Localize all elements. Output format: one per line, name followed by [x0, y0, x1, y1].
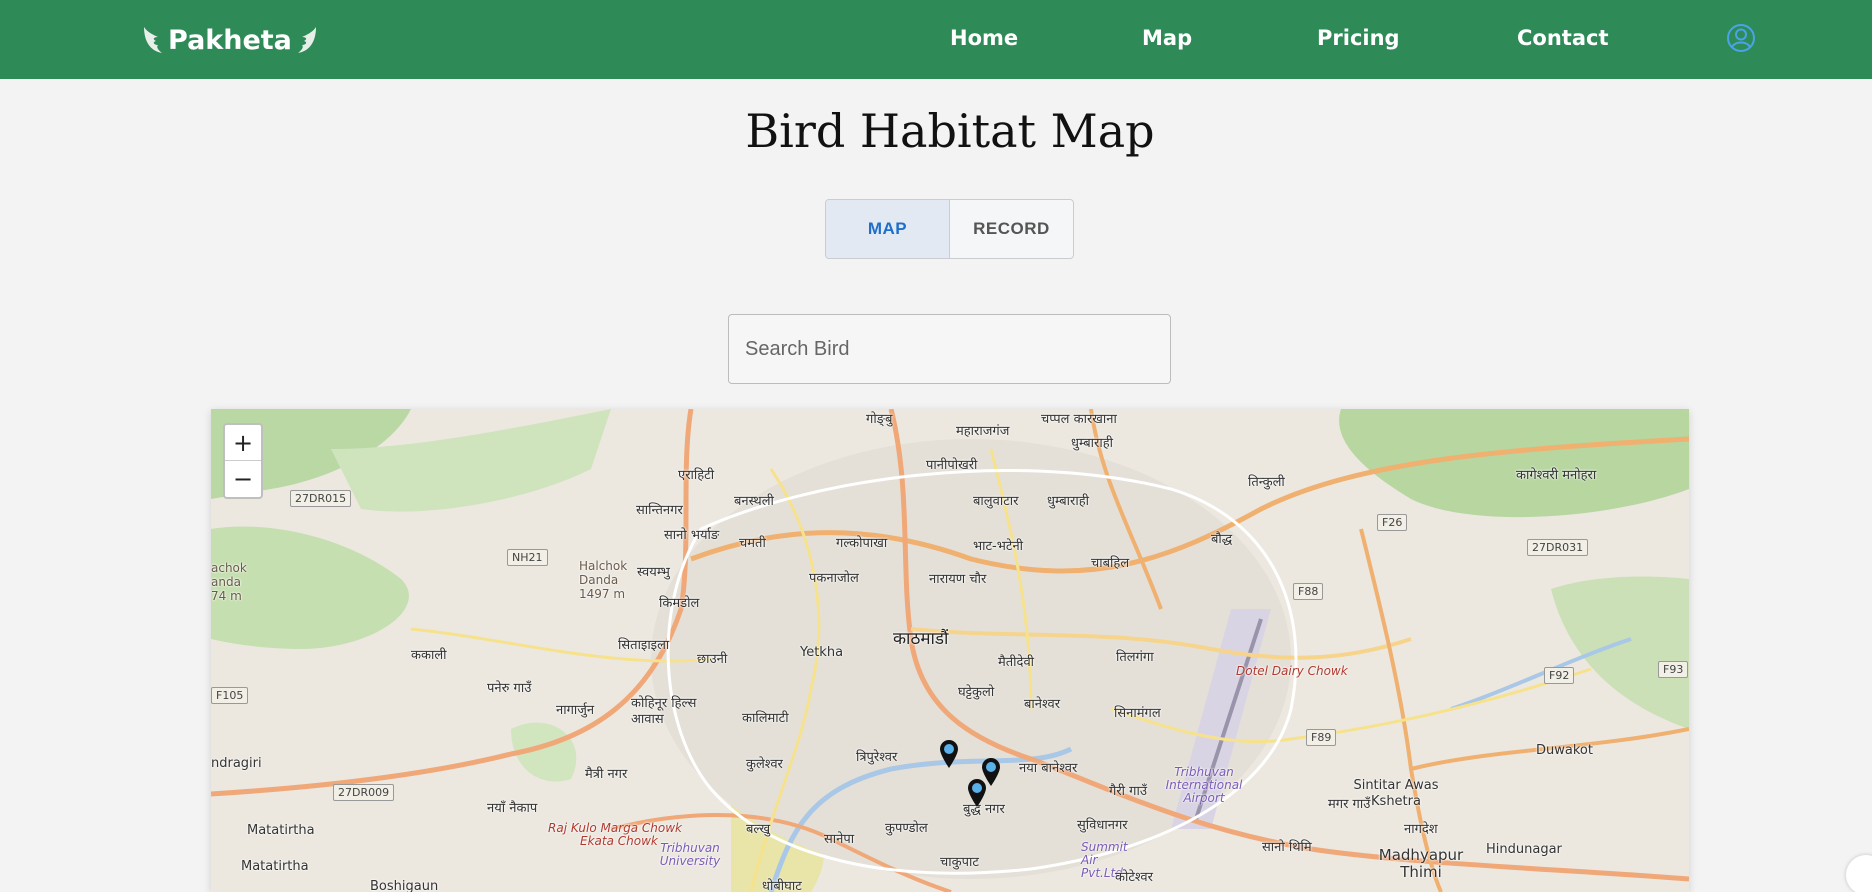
road-shield: 27DR031	[1527, 539, 1589, 556]
map-label: धुम्बाराही	[1047, 494, 1089, 509]
map-label: कुलेश्वर	[746, 757, 783, 772]
record-tab[interactable]: RECORD	[950, 200, 1073, 258]
page-title: Bird Habitat Map	[745, 104, 1155, 158]
bird-habitat-map[interactable]: गोङ्बु महाराजगंज चप्पल कारखाना एराहिटी प…	[211, 409, 1689, 892]
road-shield: F89	[1306, 729, 1337, 746]
search-bird-input[interactable]	[728, 314, 1171, 384]
map-label: सानेपा	[824, 832, 855, 847]
map-label: Raj Kulo Marga Chowk	[548, 821, 682, 835]
map-label: Halchok Danda 1497 m	[579, 559, 628, 601]
map-label: महाराजगंज	[956, 424, 1010, 439]
map-label: गैरी गाउँ	[1109, 784, 1147, 799]
map-label: कालिमाटी	[742, 711, 789, 726]
map-label: ककाली	[411, 648, 447, 663]
map-label: सिनामंगल	[1114, 706, 1161, 721]
map-label: बानेश्वर	[1024, 697, 1061, 712]
brand-logo[interactable]: Pakheta	[142, 20, 318, 60]
map-label: गल्कोपाखा	[836, 536, 888, 551]
user-account-icon[interactable]	[1726, 23, 1756, 53]
map-label: नागार्जुन	[556, 703, 595, 718]
map-label: चाकुपाट	[940, 855, 979, 870]
map-label: सानो थिमि	[1262, 840, 1312, 855]
map-label: Dotel Dairy Chowk	[1236, 664, 1348, 678]
map-label: Tribhuvan University	[659, 841, 721, 868]
map-label: achok anda 74 m	[211, 561, 247, 603]
map-label: तिलगंगा	[1116, 650, 1154, 665]
right-wing-icon	[297, 27, 316, 53]
view-toggle: MAP RECORD	[825, 199, 1074, 259]
map-label: Matatirtha	[247, 823, 315, 838]
nav-pricing[interactable]: Pricing	[1317, 26, 1400, 50]
road-shield: NH21	[507, 549, 548, 566]
road-shield: F93	[1658, 661, 1689, 678]
zoom-control: + −	[223, 423, 263, 499]
map-label: भाट-भटेनी	[973, 539, 1024, 554]
map-label: कुपण्डोल	[885, 821, 928, 836]
road-shield: F105	[211, 687, 249, 704]
map-label: मैतीदेवी	[998, 655, 1035, 670]
map-label: नया बानेश्वर	[1019, 761, 1078, 776]
nav-contact[interactable]: Contact	[1517, 26, 1609, 50]
map-label: त्रिपुरेश्वर	[856, 750, 898, 765]
map-tab[interactable]: MAP	[826, 200, 950, 258]
road-shield: F92	[1544, 667, 1575, 684]
map-label: चाबहिल	[1091, 556, 1130, 571]
map-label: सानो भर्याङ	[664, 528, 720, 543]
zoom-in-button[interactable]: +	[225, 425, 261, 461]
road-shield: F88	[1293, 583, 1324, 600]
map-label: Madhyapur Thimi	[1378, 846, 1464, 881]
zoom-out-button[interactable]: −	[225, 461, 261, 497]
map-label: सुविधानगर	[1077, 818, 1128, 833]
map-label: ndragiri	[211, 756, 262, 771]
road-shield: F26	[1377, 514, 1408, 531]
map-label: Yetkha	[800, 645, 844, 660]
map-label: एराहिटी	[678, 468, 715, 483]
map-label: किमडोल	[659, 596, 700, 611]
map-label: चप्पल कारखाना	[1041, 412, 1117, 427]
map-label: घट्टेकुलो	[958, 685, 995, 700]
map-label: तिन्कुली	[1248, 475, 1285, 490]
map-label: नागदेश	[1404, 822, 1438, 837]
map-label: Ekata Chowk	[580, 834, 658, 848]
map-label: चमती	[739, 536, 766, 551]
map-label: कागेश्वरी मनोहरा	[1516, 468, 1597, 483]
bird-location-marker[interactable]	[938, 739, 960, 769]
nav-map[interactable]: Map	[1142, 26, 1192, 50]
nav-home[interactable]: Home	[950, 26, 1018, 50]
map-label: बालुवाटार	[973, 494, 1019, 509]
road-shield: 27DR015	[290, 490, 352, 507]
map-label: Boshigaun	[370, 879, 439, 892]
map-label: नयाँ नैकाप	[487, 801, 538, 816]
map-label: बौद्ध	[1211, 532, 1233, 547]
map-label: Hindunagar	[1486, 842, 1562, 857]
map-label: कोटेश्वर	[1115, 870, 1153, 885]
map-label: गोङ्बु	[866, 412, 893, 427]
map-label: कोहिनूर हिल्स आवास	[631, 696, 697, 727]
map-label: बनस्थली	[734, 494, 774, 509]
map-label: छाउनी	[697, 652, 728, 667]
map-label: Tribhuvan International Airport	[1165, 765, 1243, 805]
map-label: धुम्बाराही	[1071, 436, 1113, 451]
floating-widget-icon[interactable]	[1846, 855, 1872, 892]
left-wing-icon	[144, 27, 162, 53]
map-label: Matatirtha	[241, 859, 309, 874]
top-navbar: Pakheta Home Map Pricing Contact	[0, 0, 1872, 79]
map-label: पानीपोखरी	[926, 458, 978, 473]
map-label: पकनाजोल	[809, 571, 859, 586]
map-label: Duwakot	[1536, 743, 1593, 758]
map-label: मैत्री नगर	[585, 767, 628, 782]
map-label: सान्तिनगर	[636, 503, 683, 518]
map-label: मगर गाउँ	[1328, 797, 1371, 812]
map-label: काठमाडौं	[893, 629, 949, 649]
map-label: नारायण चौर	[929, 572, 987, 587]
map-label: पनेरु गाउँ	[487, 681, 532, 696]
map-label: सिताइाइला	[618, 638, 670, 653]
map-label: बल्खु	[746, 822, 771, 837]
bird-location-marker[interactable]	[966, 778, 988, 808]
map-label: स्वयम्भु	[637, 565, 670, 580]
brand-name: Pakheta	[168, 24, 292, 56]
road-shield: 27DR009	[333, 784, 395, 801]
map-label: धोबीघाट	[762, 879, 802, 892]
